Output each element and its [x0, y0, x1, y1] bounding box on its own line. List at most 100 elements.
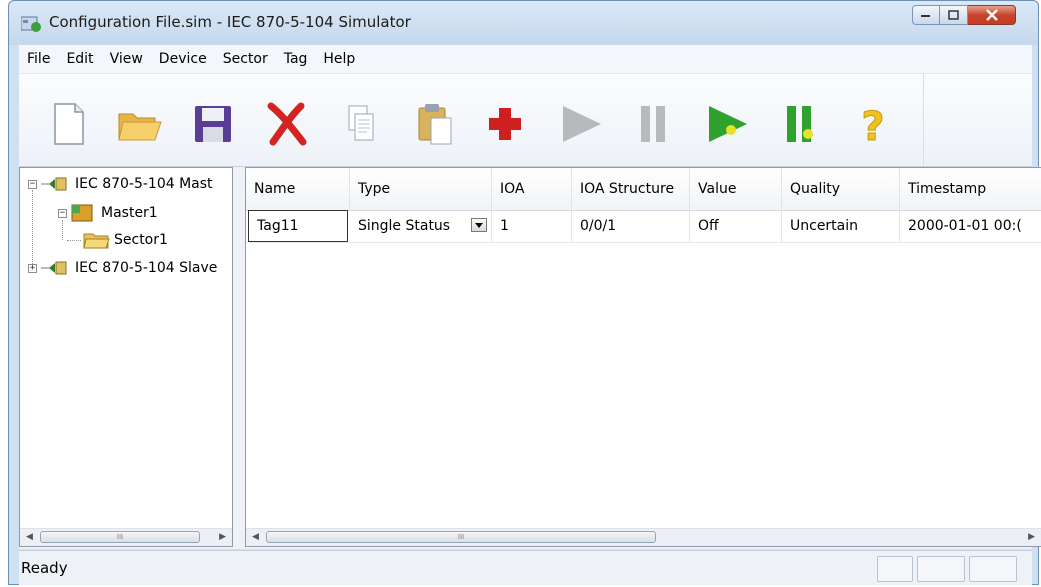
play-green-icon	[709, 106, 747, 142]
cell-value[interactable]: Off	[690, 210, 782, 242]
status-panel	[877, 556, 913, 582]
tree-node-master-root[interactable]: − IEC 870-5-104 Mast	[28, 176, 213, 192]
paste-icon	[418, 104, 452, 145]
cell-timestamp[interactable]: 2000-01-01 00:(	[900, 210, 1041, 242]
app-window: Configuration File.sim - IEC 870-5-104 S…	[8, 0, 1041, 585]
menu-view[interactable]: View	[102, 51, 151, 67]
app-icon	[21, 16, 41, 32]
status-bar: Ready	[19, 550, 1032, 585]
new-file-button[interactable]	[45, 100, 93, 148]
help-icon: ?	[861, 104, 885, 151]
menu-edit[interactable]: Edit	[58, 51, 101, 67]
scroll-right-icon[interactable]: ▶	[1028, 532, 1035, 542]
tree-node-slave-root[interactable]: + IEC 870-5-104 Slave	[28, 260, 217, 276]
folder-icon	[83, 233, 110, 249]
device-icon	[41, 177, 67, 191]
tree-connector	[32, 190, 33, 266]
scroll-thumb[interactable]: III	[266, 531, 656, 543]
title-bar: Configuration File.sim - IEC 870-5-104 S…	[9, 1, 1038, 45]
window-controls	[912, 5, 1016, 25]
menu-tag[interactable]: Tag	[276, 51, 316, 67]
main-area: − IEC 870-5-104 Mast − Master1 Sector1 +…	[19, 167, 1041, 549]
column-header-ioa-structure[interactable]: IOA Structure	[572, 168, 690, 210]
menu-file[interactable]: File	[19, 51, 58, 67]
close-button[interactable]	[968, 5, 1016, 25]
cell-name[interactable]: Tag11	[248, 210, 348, 242]
tag-grid: Name Type IOA IOA Structure Value Qualit…	[245, 167, 1041, 547]
collapse-icon[interactable]: −	[28, 179, 37, 189]
add-icon	[489, 108, 521, 140]
column-header-name[interactable]: Name	[246, 168, 350, 210]
collapse-icon[interactable]: −	[58, 208, 67, 218]
master-icon	[71, 204, 93, 222]
status-text: Ready	[21, 559, 68, 577]
type-select-value: Single Status	[358, 218, 451, 234]
expand-icon[interactable]: +	[28, 263, 37, 273]
open-button[interactable]	[115, 100, 163, 148]
cell-type[interactable]: Single Status	[350, 210, 492, 242]
scroll-grip: III	[457, 533, 465, 541]
play-icon	[563, 106, 601, 142]
copy-icon	[348, 105, 374, 141]
svg-text:?: ?	[861, 104, 884, 148]
cell-ioa[interactable]: 1	[492, 210, 572, 242]
run-button[interactable]	[557, 100, 605, 148]
menu-help[interactable]: Help	[315, 51, 363, 67]
cell-ioa-structure[interactable]: 0/0/1	[572, 210, 690, 242]
device-icon	[41, 261, 67, 275]
tree-node-sector1[interactable]: Sector1	[82, 230, 168, 250]
scroll-left-icon[interactable]: ◀	[252, 532, 259, 542]
scroll-left-icon[interactable]: ◀	[26, 532, 33, 542]
minimize-icon	[921, 15, 930, 17]
status-panel	[969, 556, 1017, 582]
close-icon	[985, 9, 998, 21]
paste-button[interactable]	[411, 100, 459, 148]
dropdown-button[interactable]	[471, 218, 487, 232]
device-tree: − IEC 870-5-104 Mast − Master1 Sector1 +…	[19, 167, 233, 547]
tree-node-master1[interactable]: − Master1	[58, 204, 158, 222]
pause-icon	[641, 106, 665, 142]
tree-node-label: Master1	[101, 205, 158, 221]
delete-icon	[267, 102, 307, 146]
window-title: Configuration File.sim - IEC 870-5-104 S…	[49, 13, 411, 31]
run-all-button[interactable]	[703, 100, 751, 148]
grid-horizontal-scrollbar[interactable]: ◀ III ▶	[246, 528, 1041, 546]
tree-connector	[67, 240, 81, 241]
save-icon	[195, 106, 231, 142]
column-header-type[interactable]: Type	[350, 168, 492, 210]
add-button[interactable]	[481, 100, 529, 148]
column-header-timestamp[interactable]: Timestamp	[900, 168, 1041, 210]
chevron-down-icon	[475, 222, 483, 228]
help-button[interactable]: ?	[849, 100, 897, 151]
grid-header: Name Type IOA IOA Structure Value Qualit…	[246, 168, 1041, 211]
toolbar: ?	[19, 74, 1032, 167]
pause-all-button[interactable]	[775, 100, 823, 148]
save-button[interactable]	[189, 100, 237, 148]
column-header-quality[interactable]: Quality	[782, 168, 900, 210]
menu-sector[interactable]: Sector	[215, 51, 276, 67]
maximize-icon	[947, 10, 959, 20]
tree-node-label: IEC 870-5-104 Mast	[75, 176, 213, 192]
new-file-icon	[54, 103, 84, 145]
column-header-value[interactable]: Value	[690, 168, 782, 210]
menu-device[interactable]: Device	[151, 51, 215, 67]
scroll-right-icon[interactable]: ▶	[219, 532, 226, 542]
tree-node-label: Sector1	[114, 232, 168, 248]
copy-button[interactable]	[337, 100, 385, 148]
toolbar-separator	[923, 74, 924, 166]
table-row[interactable]: Tag11 Single Status 1 0/0/1 Off Uncertai…	[246, 210, 1041, 243]
cell-quality[interactable]: Uncertain	[782, 210, 900, 242]
minimize-button[interactable]	[912, 5, 940, 25]
menu-bar: File Edit View Device Sector Tag Help	[19, 45, 1032, 74]
open-folder-icon	[118, 113, 162, 141]
pause-button[interactable]	[629, 100, 677, 148]
tree-horizontal-scrollbar[interactable]: ◀ III ▶	[20, 528, 232, 546]
status-panel	[917, 556, 965, 582]
pause-green-icon	[787, 106, 813, 142]
delete-button[interactable]	[263, 100, 311, 148]
scroll-thumb[interactable]: III	[40, 531, 200, 543]
column-header-ioa[interactable]: IOA	[492, 168, 572, 210]
scroll-grip: III	[116, 533, 124, 541]
tree-node-label: IEC 870-5-104 Slave	[75, 260, 218, 276]
maximize-button[interactable]	[940, 5, 968, 25]
